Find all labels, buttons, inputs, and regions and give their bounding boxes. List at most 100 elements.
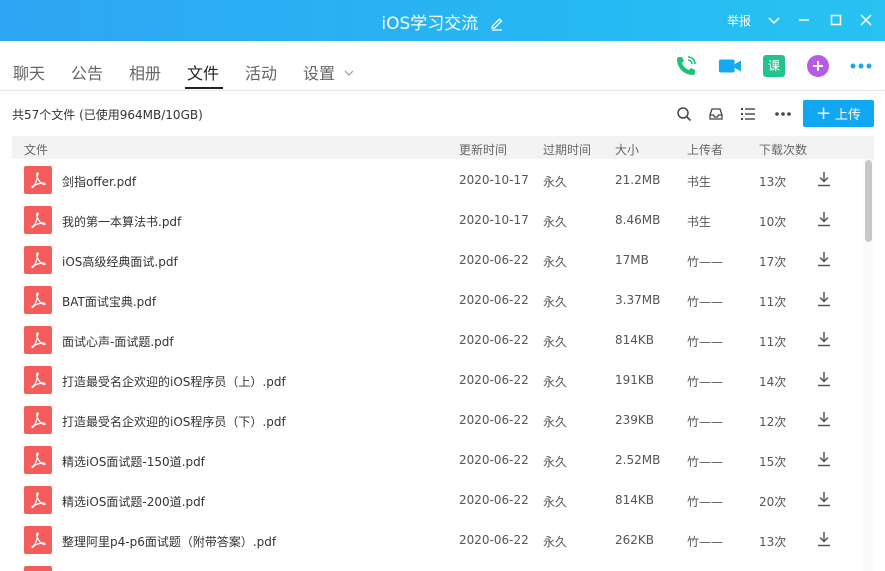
file-expiry: 永久 bbox=[543, 535, 568, 549]
tab-settings[interactable]: 设置 bbox=[303, 60, 354, 84]
download-icon[interactable] bbox=[815, 370, 833, 388]
download-icon[interactable] bbox=[815, 490, 833, 508]
inbox-icon[interactable] bbox=[706, 104, 726, 124]
chevron-down-icon bbox=[344, 62, 354, 81]
download-icon[interactable] bbox=[815, 330, 833, 348]
file-name[interactable]: 我的第一本算法书.pdf bbox=[62, 213, 181, 230]
download-icon[interactable] bbox=[815, 450, 833, 468]
download-icon[interactable] bbox=[815, 290, 833, 308]
file-size: 2.52MB bbox=[615, 453, 661, 467]
file-row[interactable]: 打造最受名企欢迎的iOS程序员（上）.pdf 2020-06-22 永久 191KB 竹… bbox=[0, 359, 860, 399]
file-download-count: 11次 bbox=[759, 335, 787, 349]
file-uploader[interactable]: 竹—— bbox=[687, 493, 723, 510]
tab-chat[interactable]: 聊天 bbox=[13, 60, 45, 84]
file-uploader[interactable]: 竹—— bbox=[687, 453, 723, 470]
window-title: iOS学习交流 bbox=[0, 9, 885, 36]
file-name[interactable]: 精选iOS面试题-150道.pdf bbox=[62, 453, 205, 470]
plus-icon: + bbox=[815, 102, 832, 124]
maximize-button[interactable] bbox=[824, 8, 848, 32]
file-uploader[interactable]: 竹—— bbox=[687, 413, 723, 430]
phone-call-icon[interactable] bbox=[674, 54, 698, 78]
add-app-icon[interactable] bbox=[806, 54, 830, 78]
pdf-file-icon bbox=[24, 406, 52, 434]
file-uploader[interactable]: 竹—— bbox=[687, 253, 723, 270]
file-download-count: 12次 bbox=[759, 415, 787, 429]
file-name[interactable]: 打造最受名企欢迎的iOS程序员（下）.pdf bbox=[62, 413, 286, 430]
file-row[interactable]: iOS高级经典面试.pdf 2020-06-22 永久 17MB 竹—— 17次 bbox=[0, 239, 860, 279]
search-icon[interactable] bbox=[674, 104, 694, 124]
group-name: iOS学习交流 bbox=[381, 14, 479, 34]
list-view-icon[interactable] bbox=[738, 104, 758, 124]
file-size: 191KB bbox=[615, 373, 655, 387]
file-updated-date: 2020-06-22 bbox=[459, 413, 529, 427]
file-size: 17MB bbox=[615, 253, 649, 267]
file-row[interactable]: 精选iOS面试题-200道.pdf 2020-06-22 永久 814KB 竹—— 20次 bbox=[0, 479, 860, 519]
file-updated-date: 2020-06-22 bbox=[459, 373, 529, 387]
pdf-file-icon bbox=[24, 206, 52, 234]
file-row[interactable]: 整理阿里p4-p6面试题（附带答案）.pdf 2020-06-22 永久 262KB 竹… bbox=[0, 519, 860, 559]
tab-activities[interactable]: 活动 bbox=[245, 60, 277, 84]
column-header-expires[interactable]: 过期时间 bbox=[543, 141, 591, 158]
file-download-count: 14次 bbox=[759, 375, 787, 389]
file-table-header: 文件 更新时间 过期时间 大小 上传者 下载次数 bbox=[12, 136, 874, 159]
file-download-count: 17次 bbox=[759, 255, 787, 269]
file-row[interactable]: 精选iOS面试题-150道.pdf 2020-06-22 永久 2.52MB 竹—— 15… bbox=[0, 439, 860, 479]
scrollbar-thumb[interactable] bbox=[865, 160, 872, 242]
file-row[interactable]: BAT面试宝典.pdf 2020-06-22 永久 3.37MB 竹—— 11次 bbox=[0, 279, 860, 319]
file-expiry: 永久 bbox=[543, 255, 568, 269]
column-header-uploader[interactable]: 上传者 bbox=[687, 141, 723, 158]
file-updated-date: 2020-06-22 bbox=[459, 253, 529, 267]
course-icon[interactable]: 课 bbox=[762, 54, 786, 78]
file-name[interactable]: 整理阿里p4-p6面试题（附带答案）.pdf bbox=[62, 533, 276, 550]
file-updated-date: 2020-06-22 bbox=[459, 333, 529, 347]
minimize-button[interactable] bbox=[792, 8, 816, 32]
file-uploader[interactable]: 竹—— bbox=[687, 373, 723, 390]
download-icon[interactable] bbox=[815, 170, 833, 188]
file-name[interactable]: 剑指offer.pdf bbox=[62, 173, 136, 190]
course-label: 课 bbox=[767, 59, 780, 73]
file-row[interactable]: 面试心声-面试题.pdf 2020-06-22 永久 814KB 竹—— 11次 bbox=[0, 319, 860, 359]
file-expiry: 永久 bbox=[543, 415, 568, 429]
file-uploader[interactable]: 竹—— bbox=[687, 293, 723, 310]
tab-files[interactable]: 文件 bbox=[187, 60, 219, 84]
upload-button[interactable]: + 上传 bbox=[803, 100, 874, 127]
report-link[interactable]: 举报 bbox=[727, 12, 751, 29]
column-header-updated[interactable]: 更新时间 bbox=[459, 141, 507, 158]
edit-icon[interactable] bbox=[490, 16, 504, 36]
file-row[interactable] bbox=[0, 559, 860, 571]
column-header-size[interactable]: 大小 bbox=[615, 141, 639, 158]
column-header-file[interactable]: 文件 bbox=[24, 141, 48, 158]
file-name[interactable]: 精选iOS面试题-200道.pdf bbox=[62, 493, 205, 510]
download-icon[interactable] bbox=[815, 530, 833, 548]
file-name[interactable]: iOS高级经典面试.pdf bbox=[62, 253, 178, 270]
file-row[interactable]: 打造最受名企欢迎的iOS程序员（下）.pdf 2020-06-22 永久 239KB 竹… bbox=[0, 399, 860, 439]
close-button[interactable] bbox=[854, 8, 878, 32]
chevron-down-icon[interactable] bbox=[762, 8, 786, 32]
title-bar: iOS学习交流 举报 bbox=[0, 0, 885, 41]
file-uploader[interactable]: 竹—— bbox=[687, 333, 723, 350]
pdf-file-icon bbox=[24, 526, 52, 554]
file-uploader[interactable]: 书生 bbox=[687, 173, 711, 190]
file-row[interactable]: 我的第一本算法书.pdf 2020-10-17 永久 8.46MB 书生 10次 bbox=[0, 199, 860, 239]
download-icon[interactable] bbox=[815, 250, 833, 268]
download-icon[interactable] bbox=[815, 410, 833, 428]
more-options-icon[interactable] bbox=[849, 54, 873, 78]
file-name[interactable]: 打造最受名企欢迎的iOS程序员（上）.pdf bbox=[62, 373, 286, 390]
video-call-icon[interactable] bbox=[718, 54, 742, 78]
active-tab-indicator bbox=[185, 87, 223, 89]
group-tabs: 聊天 公告 相册 文件 活动 设置 课 bbox=[0, 41, 885, 91]
tab-announcements[interactable]: 公告 bbox=[71, 60, 103, 84]
file-name[interactable]: 面试心声-面试题.pdf bbox=[62, 333, 174, 350]
download-icon[interactable] bbox=[815, 210, 833, 228]
file-uploader[interactable]: 竹—— bbox=[687, 533, 723, 550]
tab-album[interactable]: 相册 bbox=[129, 60, 161, 84]
file-size: 814KB bbox=[615, 493, 655, 507]
file-name[interactable]: BAT面试宝典.pdf bbox=[62, 293, 156, 310]
file-expiry: 永久 bbox=[543, 175, 568, 189]
file-expiry: 永久 bbox=[543, 335, 568, 349]
file-uploader[interactable]: 书生 bbox=[687, 213, 711, 230]
file-updated-date: 2020-06-22 bbox=[459, 453, 529, 467]
more-icon[interactable] bbox=[773, 104, 793, 124]
column-header-downloads[interactable]: 下载次数 bbox=[759, 141, 807, 158]
file-row[interactable]: 剑指offer.pdf 2020-10-17 永久 21.2MB 书生 13次 bbox=[0, 159, 860, 199]
